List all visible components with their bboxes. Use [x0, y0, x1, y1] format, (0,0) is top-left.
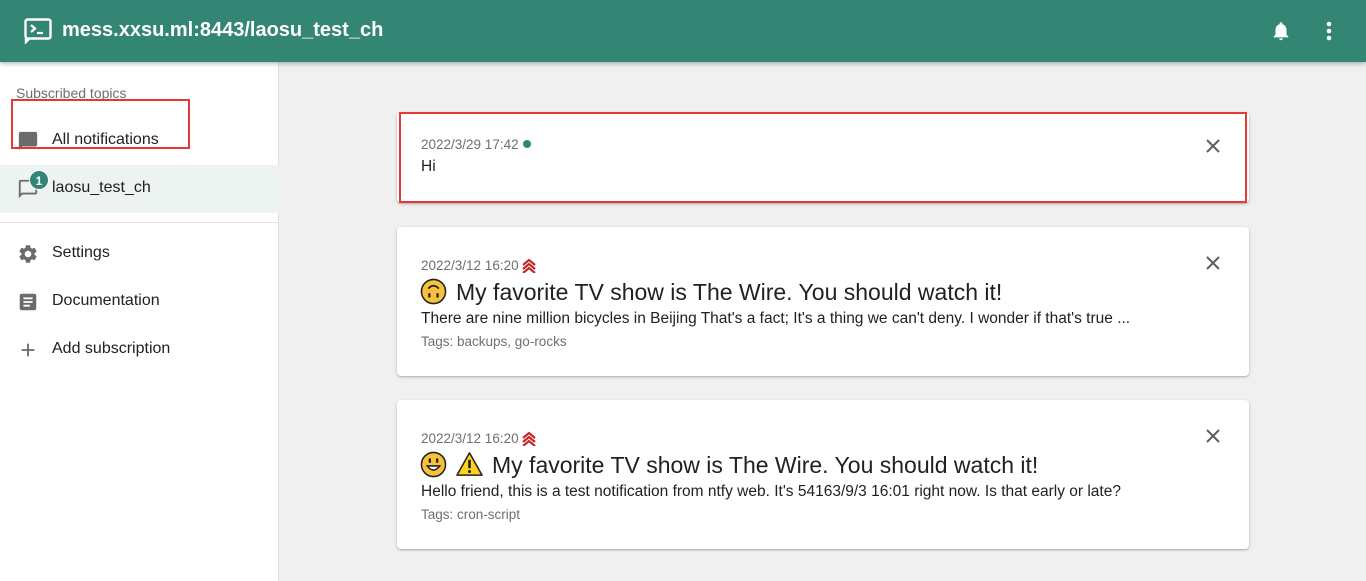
highlight-box: [11, 99, 190, 149]
sidebar-item-settings[interactable]: Settings: [0, 230, 279, 278]
sidebar-divider: [0, 222, 279, 223]
priority-high-icon: [521, 258, 536, 273]
notification-message: Hello friend, this is a test notificatio…: [421, 483, 1121, 500]
notification-tags: Tags: cron-script: [421, 507, 521, 522]
app-bar: mess.xxsu.ml:8443/laosu_test_ch: [0, 0, 1366, 62]
highlight-box: [399, 112, 1247, 203]
sidebar-item-label: laosu_test_ch: [52, 179, 151, 196]
warning-emoji: [456, 452, 483, 476]
sidebar-item-label: Settings: [52, 244, 110, 261]
plus-icon: [21, 343, 35, 357]
notification-card: 2022/3/12 16:20 My favorite TV show is T…: [397, 227, 1249, 376]
notification-date: 2022/3/12 16:20: [421, 257, 537, 273]
article-icon: [19, 293, 37, 311]
sidebar-item-documentation[interactable]: Documentation: [0, 278, 279, 326]
notification-message: There are nine million bicycles in Beiji…: [421, 310, 1131, 327]
sidebar-item-laosu-test-ch[interactable]: 1 laosu_test_ch: [0, 165, 279, 213]
priority-high-icon: [521, 431, 536, 446]
notification-title: My favorite TV show is The Wire. You sho…: [420, 278, 1002, 306]
gear-icon: [19, 245, 37, 263]
notification-date: 2022/3/12 16:20: [421, 430, 537, 446]
scrollbar[interactable]: [1362, 62, 1366, 581]
close-icon[interactable]: [1204, 427, 1222, 445]
sidebar-item-add-subscription[interactable]: Add subscription: [0, 326, 279, 374]
notification-card: 2022/3/12 16:20 My favorite TV show is T…: [397, 400, 1249, 549]
unread-badge: 1: [29, 170, 49, 190]
grinning-face-emoji: [420, 451, 447, 478]
more-vert-icon[interactable]: [1318, 18, 1340, 44]
page-title: mess.xxsu.ml:8443/laosu_test_ch: [62, 19, 384, 41]
close-icon[interactable]: [1204, 254, 1222, 272]
notification-title: My favorite TV show is The Wire. You sho…: [420, 451, 1038, 479]
upside-down-face-emoji: [420, 278, 447, 305]
notification-tags: Tags: backups, go-rocks: [421, 334, 567, 349]
terminal-icon: [24, 18, 52, 44]
sidebar-item-label: Documentation: [52, 292, 160, 309]
sidebar-item-label: Add subscription: [52, 340, 171, 357]
bell-icon[interactable]: [1270, 19, 1292, 43]
